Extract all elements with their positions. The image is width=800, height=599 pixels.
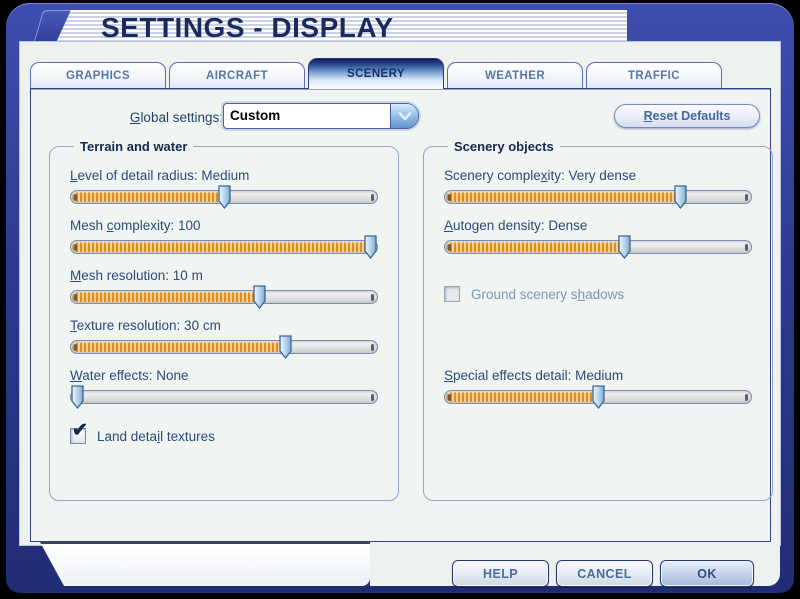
- slider-track[interactable]: [70, 285, 378, 310]
- slider-track[interactable]: [444, 385, 752, 410]
- tab-label: WEATHER: [484, 70, 546, 82]
- checkbox-row: ✔ Land detail textures: [70, 421, 378, 446]
- slider-track[interactable]: [70, 385, 378, 410]
- slider-row: Scenery complexity: Very dense: [444, 168, 752, 218]
- tab-label: GRAPHICS: [66, 70, 130, 82]
- checkbox-label: Ground scenery shadows: [471, 286, 625, 302]
- slider-row: Level of detail radius: Medium: [70, 168, 378, 218]
- slider-fill: [446, 192, 682, 202]
- slider-thumb[interactable]: [253, 285, 266, 310]
- slider-thumb[interactable]: [618, 235, 631, 260]
- slider-end-mark: [745, 194, 748, 201]
- slider-end-mark: [448, 244, 451, 251]
- ok-button[interactable]: OK: [660, 560, 754, 587]
- global-settings-value: Custom: [230, 108, 281, 123]
- slider-track[interactable]: [70, 335, 378, 360]
- help-button[interactable]: HELP: [452, 560, 549, 587]
- slider-thumb[interactable]: [591, 385, 605, 410]
- slider-row: Texture resolution: 30 cm: [70, 318, 378, 368]
- slider-row: Water effects: None: [70, 368, 378, 418]
- slider-label: Scenery complexity: Very dense: [444, 168, 637, 183]
- tab-aircraft[interactable]: AIRCRAFT: [169, 62, 305, 89]
- titlebar: SETTINGS - DISPLAY: [55, 10, 627, 45]
- tab-label: SCENERY: [347, 68, 405, 80]
- tab-content-scenery: Global settings: Custom Reset Defaults T…: [30, 88, 773, 542]
- group-title: Scenery objects: [454, 139, 554, 154]
- slider-row: Special effects detail: Medium: [444, 368, 752, 418]
- tab-scenery[interactable]: SCENERY: [308, 58, 444, 89]
- slider-row: Mesh resolution: 10 m: [70, 268, 378, 318]
- checkbox-row: ✔ Ground scenery shadows: [444, 284, 752, 304]
- slider-fill: [72, 292, 261, 302]
- slider-thumb[interactable]: [279, 335, 292, 360]
- slider-label: Autogen density: Dense: [444, 218, 588, 233]
- footer-button-bar: HELP CANCEL OK: [370, 542, 780, 587]
- tab-weather[interactable]: WEATHER: [447, 62, 583, 89]
- reset-defaults-button[interactable]: Reset Defaults: [614, 104, 760, 128]
- slider-end-mark: [74, 194, 77, 201]
- slider-label: Mesh complexity: 100: [70, 218, 201, 233]
- button-label: CANCEL: [577, 566, 632, 581]
- window-title: SETTINGS - DISPLAY: [101, 12, 394, 43]
- settings-display-window: SETTINGS - DISPLAY GRAPHICS AIRCRAFT SCENE…: [6, 3, 794, 593]
- tab-label: AIRCRAFT: [206, 70, 268, 82]
- checkbox[interactable]: ✔: [444, 286, 460, 302]
- slider-fill: [72, 242, 372, 252]
- slider-end-mark: [74, 294, 77, 301]
- group-terrain-and-water: Terrain and water Level of detail radius…: [49, 139, 399, 501]
- group-scenery-objects: Scenery objects Scenery complexity: Very…: [423, 139, 773, 501]
- group-title: Terrain and water: [80, 139, 188, 154]
- footer-panel: [40, 542, 370, 586]
- slider-end-mark: [745, 394, 748, 401]
- checkbox[interactable]: ✔: [70, 421, 88, 444]
- tab-label: TRAFFIC: [628, 70, 680, 82]
- slider-end-mark: [74, 244, 77, 251]
- tab-traffic[interactable]: TRAFFIC: [586, 62, 722, 89]
- chevron-down-icon[interactable]: [390, 104, 418, 128]
- slider-end-mark: [371, 344, 374, 351]
- slider-fill: [72, 342, 287, 352]
- button-label: HELP: [483, 566, 518, 581]
- slider-track[interactable]: [444, 235, 752, 260]
- button-label: OK: [697, 566, 717, 581]
- slider-thumb[interactable]: [364, 235, 377, 260]
- slider-label: Mesh resolution: 10 m: [70, 268, 203, 283]
- slider-thumb[interactable]: [673, 185, 687, 210]
- slider-track[interactable]: [70, 235, 378, 260]
- tab-graphics[interactable]: GRAPHICS: [30, 62, 166, 89]
- slider-label: Water effects: None: [70, 368, 189, 383]
- global-settings-label: Global settings:: [129, 110, 223, 125]
- slider-track[interactable]: [444, 185, 752, 210]
- slider-row: Mesh complexity: 100: [70, 218, 378, 268]
- slider-end-mark: [371, 194, 374, 201]
- slider-fill: [446, 392, 599, 402]
- slider-thumb[interactable]: [217, 185, 231, 210]
- slider-label: Texture resolution: 30 cm: [70, 318, 221, 333]
- checkbox-label: Land detail textures: [97, 428, 215, 444]
- cancel-button[interactable]: CANCEL: [556, 560, 653, 587]
- slider-fill: [72, 192, 225, 202]
- slider-row: Autogen density: Dense: [444, 218, 752, 268]
- tab-bar: GRAPHICS AIRCRAFT SCENERY WEATHER TRAFFIC: [30, 58, 771, 89]
- global-settings-dropdown[interactable]: Custom: [223, 103, 419, 129]
- slider-end-mark: [74, 344, 77, 351]
- slider-end-mark: [371, 294, 374, 301]
- slider-fill: [446, 242, 626, 252]
- slider-thumb[interactable]: [71, 385, 84, 410]
- slider-label: Level of detail radius: Medium: [70, 168, 250, 183]
- slider-label: Special effects detail: Medium: [444, 368, 624, 383]
- slider-end-mark: [745, 244, 748, 251]
- slider-track[interactable]: [70, 185, 378, 210]
- slider-end-mark: [448, 194, 451, 201]
- slider-end-mark: [371, 394, 374, 401]
- slider-end-mark: [448, 394, 451, 401]
- check-icon: ✔: [72, 420, 88, 441]
